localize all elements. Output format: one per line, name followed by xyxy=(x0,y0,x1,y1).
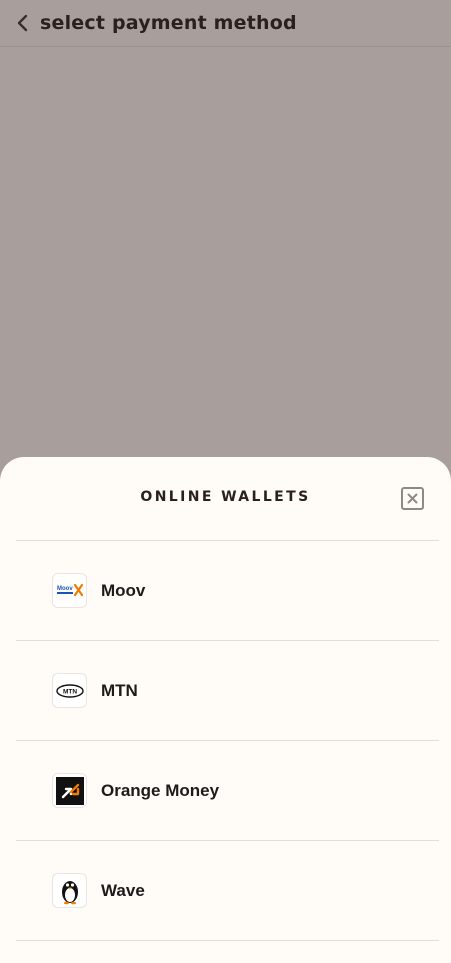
close-icon xyxy=(407,493,418,504)
moov-logo-icon: Moov xyxy=(52,573,87,608)
orange-money-logo-icon xyxy=(52,773,87,808)
payment-bottom-sheet: ONLINE WALLETS Moov Moov MTN MTN Orange … xyxy=(0,457,451,963)
wallet-label-orange-money: Orange Money xyxy=(101,780,220,800)
svg-text:MTN: MTN xyxy=(62,688,76,695)
wallet-item-moov[interactable]: Moov Moov xyxy=(16,541,439,641)
wallet-item-mtn[interactable]: MTN MTN xyxy=(16,641,439,741)
wallet-item-orange-money[interactable]: Orange Money xyxy=(16,741,439,841)
sheet-header: ONLINE WALLETS xyxy=(0,457,451,541)
page-title: select payment method xyxy=(40,12,297,34)
wallet-item-wave[interactable]: Wave xyxy=(16,841,439,941)
sheet-title: ONLINE WALLETS xyxy=(140,489,311,505)
back-button[interactable] xyxy=(8,8,38,38)
svg-text:Moov: Moov xyxy=(57,586,73,592)
wallet-label-mtn: MTN xyxy=(101,680,138,700)
close-button[interactable] xyxy=(401,487,424,510)
wallet-label-wave: Wave xyxy=(101,880,145,900)
wave-penguin-logo-icon xyxy=(52,873,87,908)
wallet-list: Moov Moov MTN MTN Orange Money Wave xyxy=(0,541,451,941)
wallet-label-moov: Moov xyxy=(101,580,146,600)
chevron-left-icon xyxy=(17,14,28,32)
top-bar: select payment method xyxy=(0,0,451,47)
mtn-logo-icon: MTN xyxy=(52,673,87,708)
